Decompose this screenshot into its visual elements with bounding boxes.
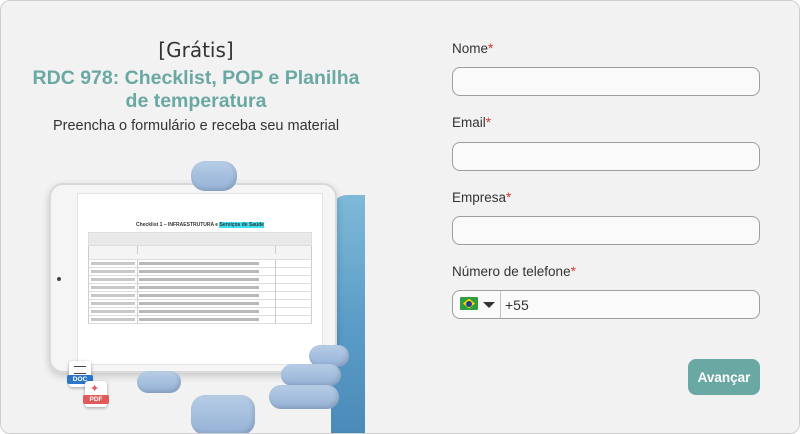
company-field[interactable] bbox=[452, 216, 760, 245]
pdf-file-icon: ✦ PDF bbox=[83, 381, 109, 407]
checklist-row bbox=[88, 316, 312, 324]
glove-finger bbox=[191, 161, 237, 191]
page-title: RDC 978: Checklist, POP e Planilha de te… bbox=[32, 67, 360, 112]
lead-form: Nome* Email* Empresa* Número de telefone… bbox=[452, 1, 760, 433]
pdf-badge-label: PDF bbox=[83, 395, 109, 404]
glove-finger bbox=[269, 385, 339, 409]
promo-panel: [Grátis] RDC 978: Checklist, POP e Plani… bbox=[1, 1, 391, 433]
checklist-row bbox=[88, 276, 312, 284]
checklist-row bbox=[88, 308, 312, 316]
tablet-device: Checklist 1 – INFRAESTRUTURA e Serviços … bbox=[49, 183, 337, 373]
phone-label: Número de telefone* bbox=[452, 264, 576, 279]
phone-field-group bbox=[452, 290, 760, 319]
submit-button[interactable]: Avançar bbox=[688, 359, 760, 395]
email-field[interactable] bbox=[452, 142, 760, 171]
company-label: Empresa* bbox=[452, 190, 512, 205]
checklist-header-row bbox=[88, 246, 312, 260]
phone-field[interactable] bbox=[502, 291, 758, 318]
form-card: [Grátis] RDC 978: Checklist, POP e Plani… bbox=[0, 0, 800, 434]
checklist-row bbox=[88, 292, 312, 300]
chevron-down-icon bbox=[483, 302, 495, 308]
checklist-title-highlight: Serviços de Saúde bbox=[219, 222, 264, 228]
checklist-title-prefix: Checklist 1 – INFRAESTRUTURA e bbox=[136, 222, 220, 228]
name-field[interactable] bbox=[452, 67, 760, 96]
checklist-row bbox=[88, 268, 312, 276]
country-code-select[interactable] bbox=[453, 291, 501, 318]
checklist-preview: Checklist 1 – INFRAESTRUTURA e Serviços … bbox=[77, 193, 323, 365]
checklist-row bbox=[88, 284, 312, 292]
free-tag: [Grátis] bbox=[158, 38, 234, 62]
tablet-illustration: Checklist 1 – INFRAESTRUTURA e Serviços … bbox=[41, 159, 365, 433]
checklist-row bbox=[88, 300, 312, 308]
name-label: Nome* bbox=[452, 41, 494, 56]
page-subtitle: Preencha o formulário e receba seu mater… bbox=[52, 118, 340, 134]
tablet-camera bbox=[57, 277, 61, 281]
glove-finger bbox=[191, 395, 255, 433]
glove-finger bbox=[281, 364, 341, 386]
email-label: Email* bbox=[452, 115, 492, 130]
brazil-flag-icon bbox=[460, 297, 478, 310]
checklist-title: Checklist 1 – INFRAESTRUTURA e Serviços … bbox=[78, 222, 322, 228]
checklist-row bbox=[88, 260, 312, 268]
glove-finger bbox=[137, 371, 181, 393]
checklist-instructions bbox=[88, 232, 312, 246]
